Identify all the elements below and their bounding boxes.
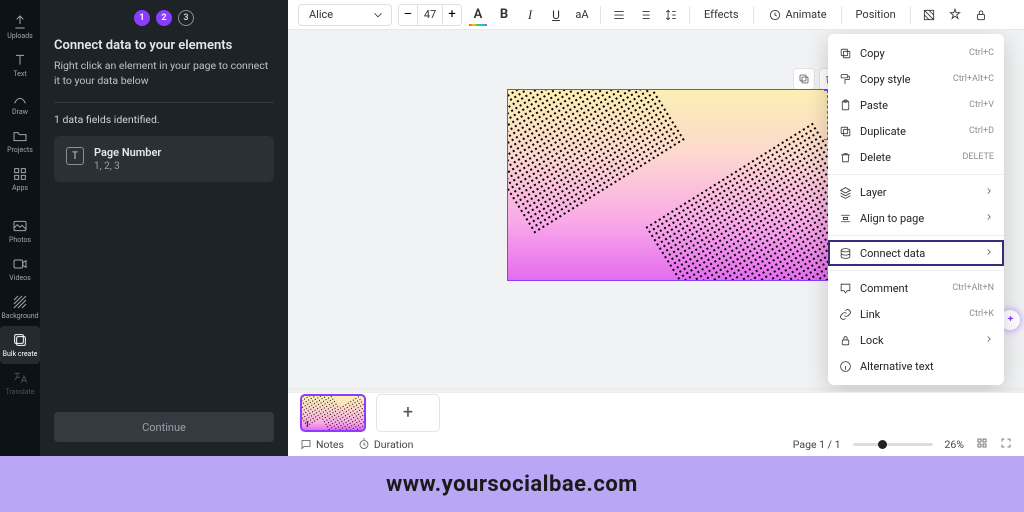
left-rail: Uploads Text Draw Projects Apps Photos V… <box>0 0 40 456</box>
chevron-right-icon <box>984 186 994 199</box>
layers-icon <box>838 185 852 199</box>
notes-button[interactable]: Notes <box>300 438 344 451</box>
trash-icon <box>838 150 852 164</box>
rail-videos[interactable]: Videos <box>0 250 40 288</box>
rail-background[interactable]: Background <box>0 288 40 326</box>
zoom-value[interactable]: 26% <box>945 438 965 451</box>
font-select[interactable]: Alice <box>298 4 392 26</box>
paint-roller-icon <box>838 72 852 86</box>
field-values: 1, 2, 3 <box>94 161 161 172</box>
zoom-slider[interactable] <box>853 443 933 446</box>
align-button[interactable] <box>609 5 629 25</box>
editor: Alice – 47 + A B I U aA Effects <box>288 0 1024 456</box>
rail-photos[interactable]: Photos <box>0 212 40 250</box>
duplicate-icon <box>838 124 852 138</box>
copy-style-button[interactable] <box>945 5 965 25</box>
lock-button[interactable] <box>971 5 991 25</box>
database-icon <box>838 246 852 260</box>
font-size-increase[interactable]: + <box>443 5 461 25</box>
rail-text[interactable]: Text <box>0 46 40 84</box>
text-toolbar: Alice – 47 + A B I U aA Effects <box>288 0 1024 30</box>
fullscreen-button[interactable] <box>1000 437 1012 452</box>
context-menu: CopyCtrl+C Copy styleCtrl+Alt+C PasteCtr… <box>828 34 1004 385</box>
step-1[interactable]: 1 <box>134 10 150 26</box>
chevron-right-icon <box>984 334 994 347</box>
duplicate-page-button[interactable] <box>793 68 815 90</box>
text-color-button[interactable]: A <box>468 5 488 25</box>
horizontal-scrollbar[interactable] <box>288 386 1024 392</box>
rail-draw[interactable]: Draw <box>0 84 40 122</box>
font-size-decrease[interactable]: – <box>399 5 417 25</box>
status-bar: Notes Duration Page 1 / 1 26% <box>288 432 1024 456</box>
rail-translate[interactable]: Translate <box>0 364 40 402</box>
fields-count: 1 data fields identified. <box>40 113 288 136</box>
align-icon <box>838 211 852 225</box>
panel-title: Connect data to your elements <box>40 34 288 59</box>
text-field-icon: T <box>66 147 84 165</box>
ctx-alt-text[interactable]: Alternative text <box>828 353 1004 379</box>
chevron-right-icon <box>984 212 994 225</box>
rail-projects[interactable]: Projects <box>0 122 40 160</box>
ctx-align-to-page[interactable]: Align to page <box>828 205 1004 231</box>
ctx-connect-data[interactable]: Connect data <box>828 240 1004 266</box>
ctx-copy[interactable]: CopyCtrl+C <box>828 40 1004 66</box>
animate-button[interactable]: Animate <box>762 8 833 22</box>
ctx-link[interactable]: LinkCtrl+K <box>828 301 1004 327</box>
lock-icon <box>838 333 852 347</box>
font-size-value[interactable]: 47 <box>417 5 443 25</box>
step-3[interactable]: 3 <box>178 10 194 26</box>
spacing-button[interactable] <box>661 5 681 25</box>
ctx-copy-style[interactable]: Copy styleCtrl+Alt+C <box>828 66 1004 92</box>
effects-button[interactable]: Effects <box>698 8 745 21</box>
page-thumbnails: 1 + <box>288 393 1024 432</box>
rail-apps[interactable]: Apps <box>0 160 40 198</box>
position-button[interactable]: Position <box>850 8 902 21</box>
step-indicator: 1 2 3 <box>40 0 288 34</box>
underline-button[interactable]: U <box>546 5 566 25</box>
clipboard-icon <box>838 98 852 112</box>
chevron-down-icon <box>371 8 385 22</box>
page-thumb-1[interactable]: 1 <box>300 394 366 432</box>
grid-view-button[interactable] <box>976 437 988 452</box>
rail-uploads[interactable]: Uploads <box>0 8 40 46</box>
ctx-lock[interactable]: Lock <box>828 327 1004 353</box>
chevron-right-icon <box>984 247 994 260</box>
bottom-bar: 1 + Notes Duration Page 1 / 1 26% <box>288 392 1024 456</box>
text-case-button[interactable]: aA <box>572 5 592 25</box>
page-indicator: Page 1 / 1 <box>793 438 841 451</box>
artboard[interactable] <box>508 90 846 280</box>
copy-icon <box>838 46 852 60</box>
italic-button[interactable]: I <box>520 5 540 25</box>
font-size-group: – 47 + <box>398 4 462 26</box>
continue-button[interactable]: Continue <box>54 412 274 442</box>
ctx-paste[interactable]: PasteCtrl+V <box>828 92 1004 118</box>
field-title: Page Number <box>94 146 161 159</box>
ctx-delete[interactable]: DeleteDELETE <box>828 144 1004 170</box>
rail-bulk-create[interactable]: Bulk create <box>0 326 40 364</box>
footer-watermark: www.yoursocialbae.com <box>0 456 1024 512</box>
comment-icon <box>838 281 852 295</box>
link-icon <box>838 307 852 321</box>
duration-button[interactable]: Duration <box>358 438 414 451</box>
ctx-layer[interactable]: Layer <box>828 179 1004 205</box>
step-2[interactable]: 2 <box>156 10 172 26</box>
bulk-create-panel: 1 2 3 Connect data to your elements Righ… <box>40 0 288 456</box>
ctx-comment[interactable]: CommentCtrl+Alt+N <box>828 275 1004 301</box>
panel-desc: Right click an element in your page to c… <box>40 59 288 102</box>
ctx-duplicate[interactable]: DuplicateCtrl+D <box>828 118 1004 144</box>
list-button[interactable] <box>635 5 655 25</box>
transparency-button[interactable] <box>919 5 939 25</box>
bold-button[interactable]: B <box>494 5 514 25</box>
canvas[interactable]: CopyCtrl+C Copy styleCtrl+Alt+C PasteCtr… <box>288 30 1024 392</box>
info-icon <box>838 359 852 373</box>
data-field-card[interactable]: T Page Number 1, 2, 3 <box>54 136 274 182</box>
add-page-button[interactable]: + <box>376 394 440 432</box>
